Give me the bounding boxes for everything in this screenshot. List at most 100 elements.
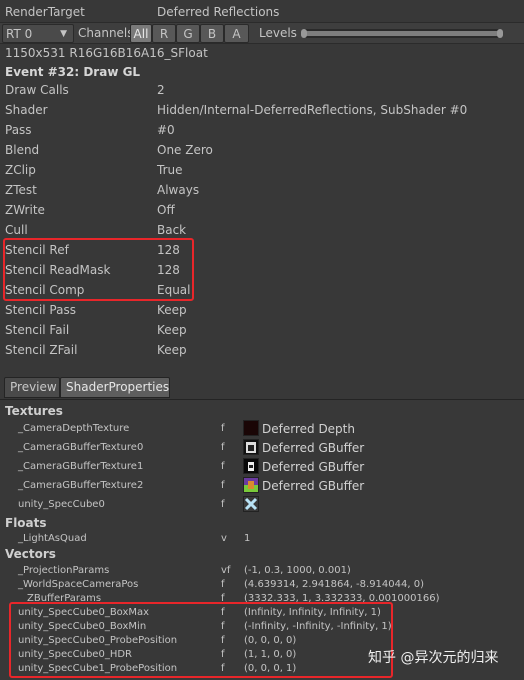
- prop-label: Cull: [5, 223, 28, 237]
- prop-label: ZTest: [5, 183, 37, 197]
- vector-name: _ProjectionParams: [18, 565, 110, 576]
- float-row: _LightAsQuad v 1: [0, 533, 524, 547]
- toolbar: RT 0 ▼ Channels All R G B A Levels: [0, 22, 524, 44]
- texture-name: _CameraGBufferTexture0: [18, 442, 144, 453]
- texture-flag: f: [221, 423, 225, 434]
- prop-value: Keep: [157, 323, 187, 337]
- prop-zwrite: ZWrite Off: [0, 200, 524, 220]
- levels-max-handle[interactable]: [497, 29, 503, 38]
- float-value: 1: [244, 533, 251, 544]
- vector-value: (4.639314, 2.941864, -8.914044, 0): [244, 579, 424, 590]
- texture-label: Deferred GBuffer: [262, 460, 365, 474]
- prop-value: Always: [157, 183, 200, 197]
- watermark: 知乎 @异次元的归来: [368, 650, 499, 666]
- texture-label: Deferred GBuffer: [262, 441, 365, 455]
- texture-row: unity_SpecCube0 f: [0, 496, 524, 515]
- channel-all-button[interactable]: All: [130, 24, 152, 43]
- vector-flag: vf: [221, 565, 231, 576]
- vector-flag: f: [221, 579, 225, 590]
- vector-row: _ProjectionParams vf (-1, 0.3, 1000, 0.0…: [0, 565, 524, 579]
- gbuffer0-thumbnail[interactable]: [243, 439, 259, 455]
- render-target-value: Deferred Reflections: [157, 5, 280, 19]
- prop-value: One Zero: [157, 143, 213, 157]
- texture-label: Deferred GBuffer: [262, 479, 365, 493]
- section-title: Floats: [5, 516, 47, 530]
- vector-name: _WorldSpaceCameraPos: [18, 579, 139, 590]
- channel-g-button[interactable]: G: [176, 24, 200, 43]
- texture-row: _CameraDepthTexture f Deferred Depth: [0, 420, 524, 439]
- texture-name: unity_SpecCube0: [18, 499, 105, 510]
- texture-name: _CameraGBufferTexture1: [18, 461, 144, 472]
- depth-texture-thumbnail[interactable]: [243, 420, 259, 436]
- prop-ztest: ZTest Always: [0, 180, 524, 200]
- prop-stencil-zfail: Stencil ZFail Keep: [0, 340, 524, 360]
- channel-b-button[interactable]: B: [200, 24, 224, 43]
- float-name: _LightAsQuad: [18, 533, 87, 544]
- gbuffer2-thumbnail[interactable]: [243, 477, 259, 493]
- section-title: Vectors: [5, 547, 56, 561]
- prop-cull: Cull Back: [0, 220, 524, 240]
- prop-value: Back: [157, 223, 187, 237]
- prop-value: 2: [157, 83, 165, 97]
- event-title: Event #32: Draw GL: [5, 65, 141, 79]
- texture-flag: f: [221, 499, 225, 510]
- gbuffer-normals-icon: [244, 481, 258, 492]
- stencil-highlight-box: [3, 238, 194, 301]
- levels-slider[interactable]: [301, 29, 503, 38]
- prop-label: Stencil Pass: [5, 303, 76, 317]
- float-flag: v: [221, 533, 227, 544]
- texture-row: _CameraGBufferTexture0 f Deferred GBuffe…: [0, 439, 524, 458]
- prop-zclip: ZClip True: [0, 160, 524, 180]
- prop-pass: Pass #0: [0, 120, 524, 140]
- gbuffer-figure-icon: [246, 442, 256, 453]
- prop-draw-calls: Draw Calls 2: [0, 80, 524, 100]
- texture-format: 1150x531 R16G16B16A16_SFloat: [5, 46, 208, 60]
- texture-row: _CameraGBufferTexture1 f Deferred GBuffe…: [0, 458, 524, 477]
- prop-value: Keep: [157, 343, 187, 357]
- texture-label: Deferred Depth: [262, 422, 355, 436]
- levels-range-fill: [305, 31, 499, 36]
- cubemap-icon: [244, 497, 258, 511]
- speccube-thumbnail[interactable]: [243, 496, 259, 512]
- channel-a-button[interactable]: A: [224, 24, 249, 43]
- prop-shader: Shader Hidden/Internal-DeferredReflectio…: [0, 100, 524, 120]
- prop-label: ZWrite: [5, 203, 45, 217]
- prop-value: #0: [157, 123, 175, 137]
- prop-label: Stencil Fail: [5, 323, 70, 337]
- channel-r-button[interactable]: R: [152, 24, 176, 43]
- levels-label: Levels: [259, 26, 297, 40]
- prop-label: Pass: [5, 123, 32, 137]
- render-target-row: RenderTarget Deferred Reflections: [0, 2, 524, 22]
- prop-value: True: [157, 163, 183, 177]
- vector-value: (-1, 0.3, 1000, 0.001): [244, 565, 351, 576]
- levels-min-handle[interactable]: [301, 29, 307, 38]
- prop-value: Keep: [157, 303, 187, 317]
- vector-row: _WorldSpaceCameraPos f (4.639314, 2.9418…: [0, 579, 524, 593]
- channels-label: Channels: [78, 26, 134, 40]
- section-title: Textures: [5, 404, 63, 418]
- texture-name: _CameraGBufferTexture2: [18, 480, 144, 491]
- prop-value: Hidden/Internal-DeferredReflections, Sub…: [157, 103, 468, 117]
- prop-label: Blend: [5, 143, 40, 157]
- tab-divider: [0, 399, 524, 400]
- prop-blend: Blend One Zero: [0, 140, 524, 160]
- chevron-down-icon: ▼: [60, 29, 67, 39]
- rt-dropdown-value: RT 0: [6, 27, 33, 41]
- texture-flag: f: [221, 442, 225, 453]
- tab-preview[interactable]: Preview: [4, 377, 60, 398]
- prop-value: Off: [157, 203, 175, 217]
- tab-shader-properties[interactable]: ShaderProperties: [60, 377, 170, 398]
- prop-label: ZClip: [5, 163, 36, 177]
- speccube-highlight-box: [9, 602, 393, 678]
- prop-label: Stencil ZFail: [5, 343, 78, 357]
- prop-stencil-pass: Stencil Pass Keep: [0, 300, 524, 320]
- render-target-label: RenderTarget: [5, 5, 85, 19]
- render-target-dropdown[interactable]: RT 0 ▼: [2, 24, 74, 43]
- gbuffer1-thumbnail[interactable]: [243, 458, 259, 474]
- texture-flag: f: [221, 480, 225, 491]
- gbuffer-figure-icon: [248, 462, 254, 471]
- texture-row: _CameraGBufferTexture2 f Deferred GBuffe…: [0, 477, 524, 496]
- texture-flag: f: [221, 461, 225, 472]
- texture-name: _CameraDepthTexture: [18, 423, 130, 434]
- prop-stencil-fail: Stencil Fail Keep: [0, 320, 524, 340]
